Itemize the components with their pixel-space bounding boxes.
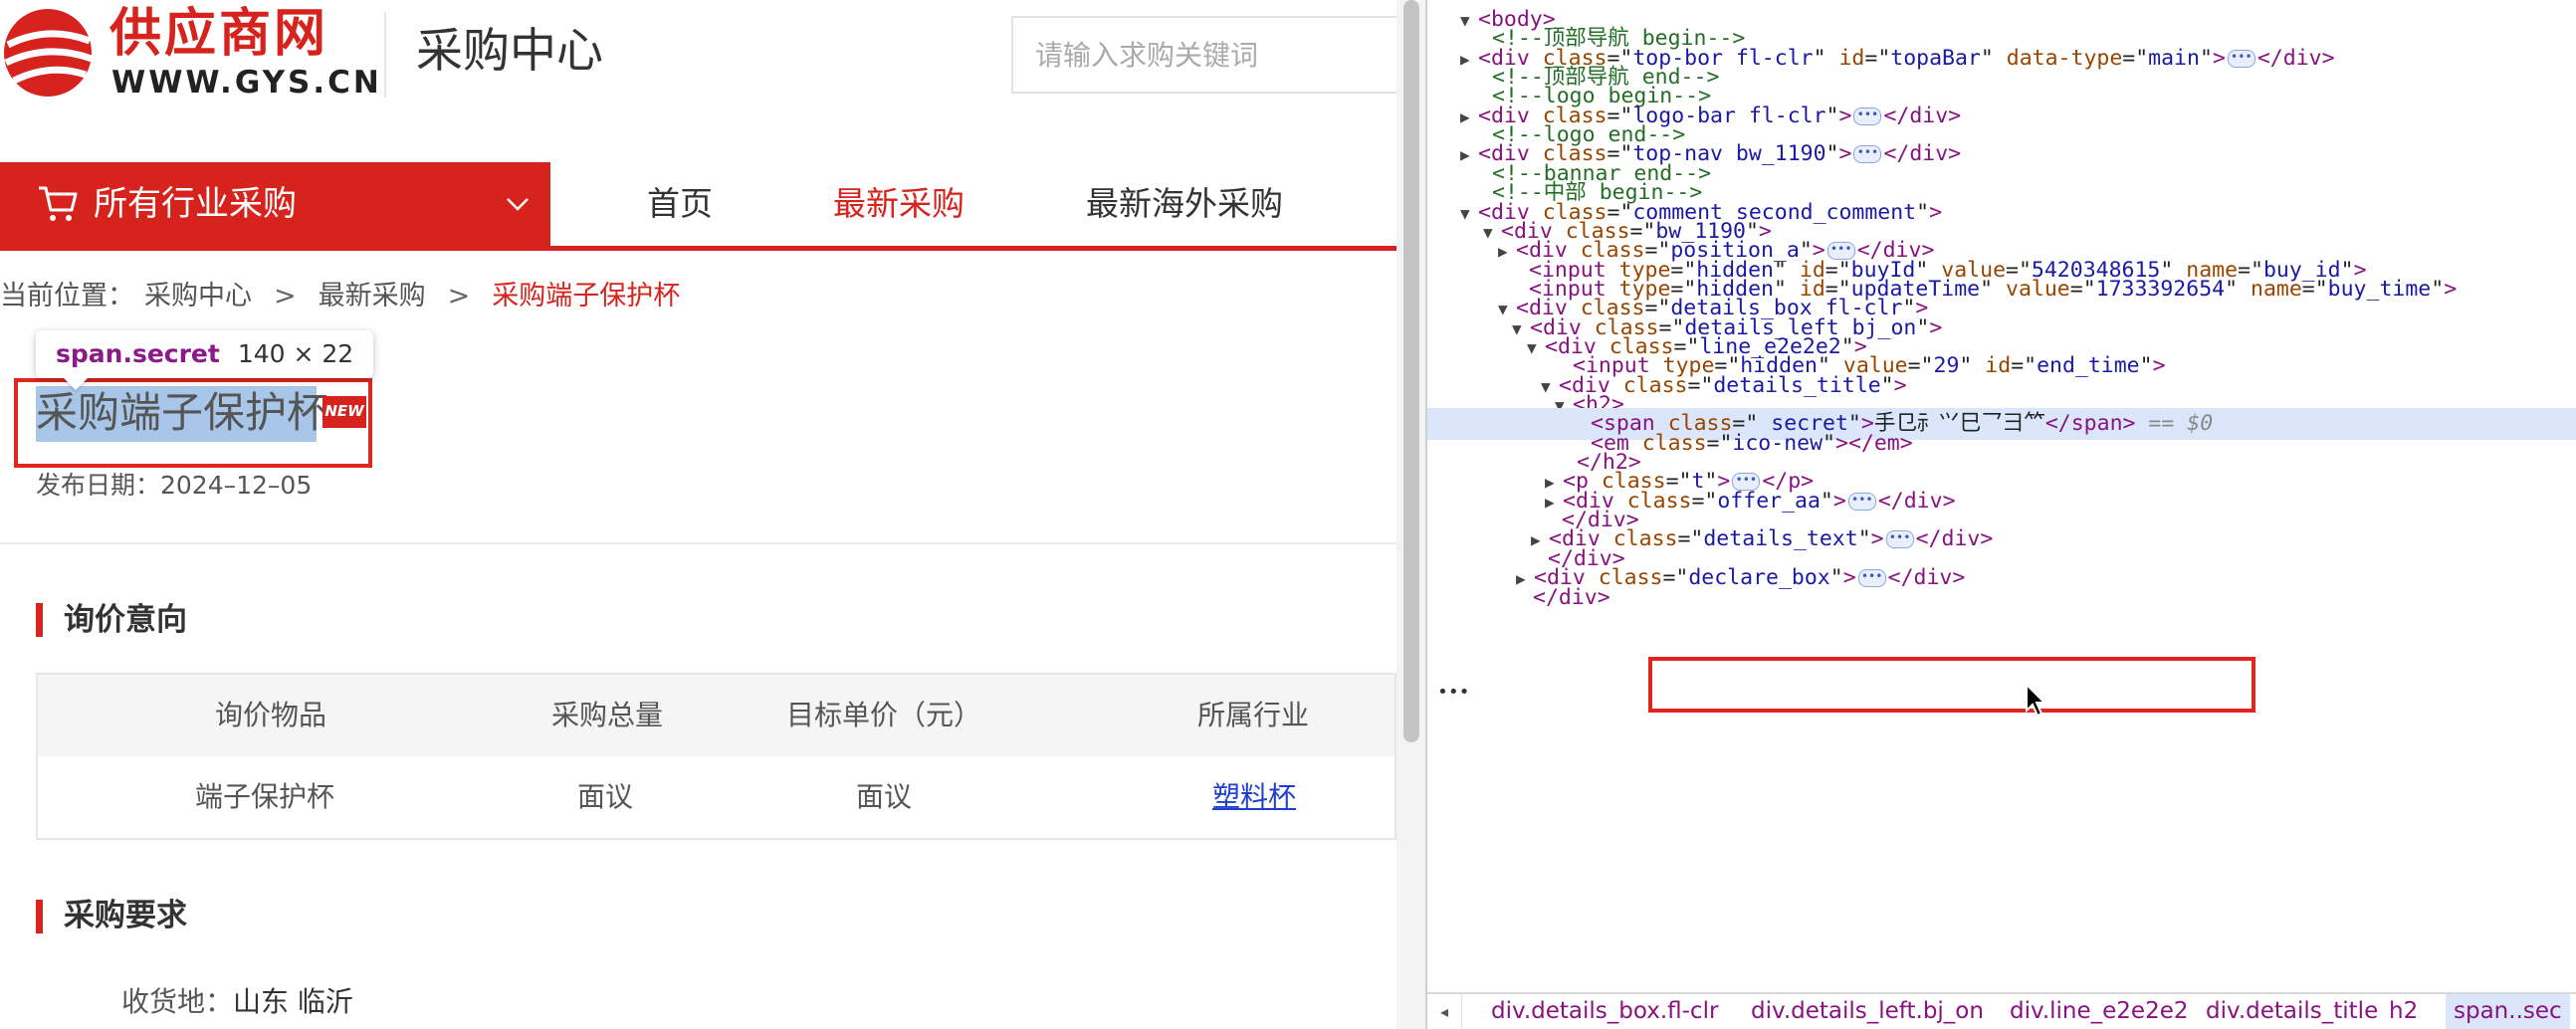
nav-link-latest-purchase[interactable]: 最新采购: [833, 176, 965, 232]
logo-globe-icon: [4, 9, 94, 97]
inspect-tooltip: span.secret 140 × 22: [36, 330, 374, 378]
breadcrumb: 当前位置： 采购中心 > 最新采购 > 采购端子保护杯: [0, 277, 680, 316]
dom-node[interactable]: </div>: [1515, 582, 1610, 614]
divider: [0, 542, 1396, 544]
logo-divider: [384, 12, 386, 98]
devtools-crumb[interactable]: div.details_left.bj_on: [1751, 994, 1984, 1029]
scroll-left-icon[interactable]: ◂: [1427, 994, 1462, 1029]
website-viewport: 供应商网 WWW.GYS.CN 采购中心 所有行业采购 首页 最新采购 最新海外…: [0, 0, 1396, 1029]
table-cell-item: 端子保护杯: [195, 780, 335, 813]
annotation-box-span: [1648, 657, 2255, 713]
all-categories-label: 所有行业采购: [94, 184, 297, 224]
section-title-requirements: 采购要求: [64, 898, 187, 933]
breadcrumb-prefix: 当前位置：: [0, 281, 134, 311]
logo-url: WWW.GYS.CN: [111, 65, 382, 101]
section-title-inquiry: 询价意向: [64, 602, 187, 638]
table-cell-price: 面议: [856, 780, 913, 813]
section-title: 采购中心: [416, 24, 603, 79]
devtools-crumb[interactable]: div.line_e2e2e2: [2010, 994, 2189, 1029]
table-cell-industry-link[interactable]: 塑料杯: [1212, 777, 1296, 817]
table-header-cell: 询价物品: [215, 699, 327, 731]
receive-label: 收货地：: [121, 985, 234, 1018]
publish-date: 发布日期：2024–12–05: [36, 471, 313, 500]
devtools-crumb[interactable]: h2: [2389, 994, 2418, 1029]
breadcrumb-current: 采购端子保护杯: [492, 281, 681, 311]
chevron-down-icon: [507, 198, 529, 211]
table-header-cell: 目标单价（元）: [786, 699, 982, 731]
tooltip-dims: 140 × 22: [237, 339, 354, 368]
section-marker: [36, 603, 43, 637]
breadcrumb-item[interactable]: 采购中心: [144, 281, 252, 311]
devtools-elements-panel: ▼ <body> <!--顶部导航 begin--> ▶ <div class="top…: [1427, 0, 2576, 1029]
search-input[interactable]: [1011, 16, 1396, 94]
tooltip-tag: span.secret: [56, 339, 220, 368]
receive-value: 山东 临沂: [233, 985, 353, 1018]
table-header-cell: 采购总量: [551, 699, 664, 731]
table-header-cell: 所属行业: [1197, 699, 1310, 731]
all-categories-button[interactable]: 所有行业采购: [0, 162, 550, 246]
devtools-crumb-selected[interactable]: span..sec: [2446, 994, 2570, 1029]
nav-link-home[interactable]: 首页: [647, 176, 713, 232]
inquiry-table: 询价物品 采购总量 目标单价（元） 所属行业 端子保护杯 面议 面议 塑料杯: [36, 673, 1396, 840]
section-marker: [36, 900, 43, 933]
receive-location: 收货地：山东 临沂: [121, 982, 353, 1022]
nav-link-overseas-purchase[interactable]: 最新海外采购: [1086, 176, 1283, 232]
devtools-crumb[interactable]: div.details_box.fl-clr: [1491, 994, 1718, 1029]
scrollbar-thumb[interactable]: [1403, 0, 1419, 742]
cart-icon: [39, 186, 78, 221]
breadcrumb-separator: >: [447, 281, 471, 311]
main-nav: 所有行业采购 首页 最新采购 最新海外采购: [0, 162, 1396, 251]
breadcrumb-item[interactable]: 最新采购: [319, 281, 426, 311]
more-actions-icon[interactable]: •••: [1437, 677, 1470, 709]
mouse-cursor-icon: [2026, 683, 2047, 718]
devtools-breadcrumb-bar: ◂ div.details_box.fl-clr div.details_lef…: [1427, 992, 2576, 1029]
logo-text: 供应商网: [109, 4, 329, 64]
table-cell-quantity: 面议: [577, 780, 634, 813]
breadcrumb-separator: >: [274, 281, 297, 311]
annotation-box-title: [14, 378, 372, 468]
tooltip-arrow: [62, 376, 90, 390]
devtools-crumb[interactable]: div.details_title: [2206, 994, 2378, 1029]
